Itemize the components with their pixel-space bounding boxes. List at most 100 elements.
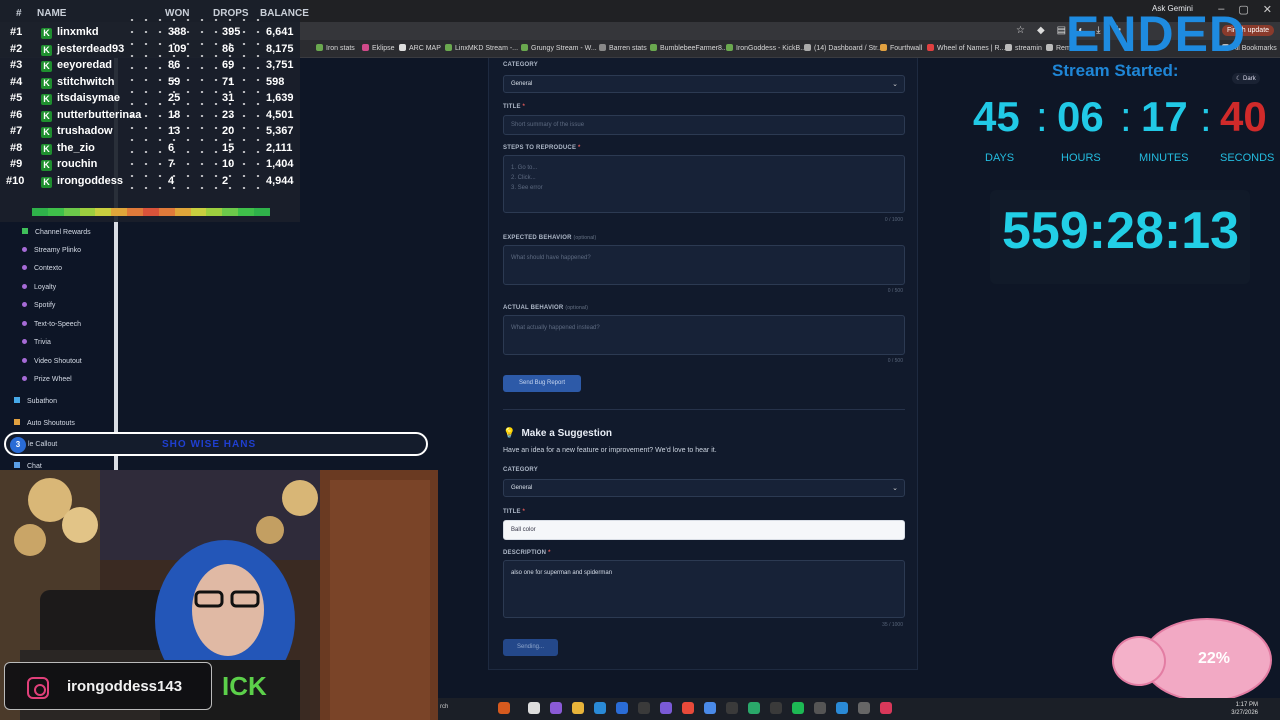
bookmark-item[interactable]: Grungy Stream - W... xyxy=(521,44,597,52)
taskbar-app-icon[interactable] xyxy=(638,702,650,714)
stream-started-label: Stream Started: xyxy=(1052,61,1179,80)
balance-cell: 4,501 xyxy=(266,108,294,121)
bookmark-favicon-icon xyxy=(880,44,887,51)
name-cell: rouchin xyxy=(57,158,98,170)
suggestion-title-input[interactable]: Ball color xyxy=(503,520,905,540)
taskbar-app-icon[interactable] xyxy=(616,702,628,714)
colon-separator: : xyxy=(1200,93,1212,140)
bullet-icon xyxy=(22,302,27,307)
taskbar-chrome-icon[interactable] xyxy=(682,702,694,714)
leaderboard-row: #3 Keeyoredad 86 69 3,751 xyxy=(0,59,300,75)
feedback-panel: CATEGORY General ⌄ TITLE * Short summary … xyxy=(488,58,918,670)
sidebar-item-video-shoutout[interactable]: Video Shoutout xyxy=(22,358,82,365)
kick-icon: K xyxy=(41,110,52,122)
sidebar-item-loyalty[interactable]: Loyalty xyxy=(22,284,56,291)
taskbar-spotify-icon[interactable] xyxy=(792,702,804,714)
balance-cell: 8,175 xyxy=(266,42,294,55)
taskbar-app-icon[interactable] xyxy=(770,702,782,714)
bookmark-item[interactable]: Iron stats xyxy=(316,44,355,52)
drops-cell: 71 xyxy=(222,75,235,88)
sidebar-item-prize-wheel[interactable]: Prize Wheel xyxy=(22,376,72,383)
taskbar-app-icon[interactable] xyxy=(528,702,540,714)
drops-cell: 395 xyxy=(222,26,241,38)
instagram-icon xyxy=(27,677,49,699)
taskbar-app-icon[interactable] xyxy=(660,702,672,714)
extension-icon[interactable]: ◆ xyxy=(1037,25,1045,36)
sidebar-item-auto-shoutouts[interactable]: Auto Shoutouts xyxy=(14,419,75,427)
taskbar-app-icon[interactable] xyxy=(550,702,562,714)
description-textarea[interactable]: also one for superman and spiderman xyxy=(503,560,905,618)
piggy-bank-widget: 22% xyxy=(1112,614,1272,702)
bookmark-item[interactable]: Wheel of Names | R... xyxy=(927,44,1005,52)
taskbar-app-icon[interactable] xyxy=(704,702,716,714)
bookmark-item[interactable]: ARC MAP xyxy=(399,44,441,52)
taskbar-app-icon[interactable] xyxy=(836,702,848,714)
sidebar-item-subathon[interactable]: Subathon xyxy=(14,397,57,405)
steps-counter: 0 / 1000 xyxy=(884,217,903,223)
kick-icon: K xyxy=(41,160,52,171)
description-counter: 35 / 1000 xyxy=(882,622,903,628)
megaphone-icon xyxy=(14,419,20,425)
taskbar-app-icon[interactable] xyxy=(748,702,760,714)
total-time-value: 559:28:13 xyxy=(1002,202,1240,260)
leaderboard-row: #10 Kirongoddess 4 2 4,944 xyxy=(0,175,300,191)
bookmark-item[interactable]: (14) Dashboard / Str... xyxy=(804,44,883,52)
kick-icon: K xyxy=(41,28,52,39)
suggestion-category-select[interactable]: General ⌄ xyxy=(503,479,905,497)
bullet-icon xyxy=(22,339,27,344)
expected-textarea[interactable]: What should have happened? xyxy=(503,245,905,285)
actual-textarea[interactable]: What actually happened instead? xyxy=(503,315,905,355)
rank-cell: #1 xyxy=(10,26,23,38)
submit-suggestion-button[interactable]: Sending... xyxy=(503,639,558,656)
drops-cell: 15 xyxy=(222,141,235,154)
bookmark-item[interactable]: Fourthwall xyxy=(880,44,922,52)
instagram-handle: irongoddess143 xyxy=(67,678,183,695)
taskbar-app-icon[interactable] xyxy=(858,702,870,714)
sidebar-item-channel-rewards[interactable]: Channel Rewards xyxy=(22,228,91,236)
name-cell: stitchwitch xyxy=(57,75,115,88)
sidebar-item-chat[interactable]: Chat xyxy=(14,462,42,470)
name-cell: itsdaisymae xyxy=(57,92,120,104)
bug-category-select[interactable]: General ⌄ xyxy=(503,75,905,93)
won-cell: 86 xyxy=(168,59,181,71)
bookmark-favicon-icon xyxy=(521,44,528,51)
send-bug-report-button[interactable]: Send Bug Report xyxy=(503,375,581,392)
bookmark-star-icon[interactable]: ☆ xyxy=(1016,25,1025,36)
taskbar-app-icon[interactable] xyxy=(726,702,738,714)
hourglass-icon xyxy=(14,397,20,403)
bug-title-input[interactable]: Short summary of the issue xyxy=(503,115,905,135)
taskbar-search[interactable]: rch xyxy=(440,704,448,710)
sidebar-item-contexto[interactable]: Contexto xyxy=(22,265,62,272)
hours-label: HOURS xyxy=(1061,152,1101,164)
taskbar-app-icon[interactable] xyxy=(498,702,510,714)
taskbar-app-icon[interactable] xyxy=(880,702,892,714)
bookmark-item[interactable]: LinxMKD Stream -... xyxy=(445,44,518,52)
name-cell: eeyoredad xyxy=(57,59,113,71)
balance-cell: 2,111 xyxy=(266,141,293,154)
sidebar-item-text-to-speech[interactable]: Text-to-Speech xyxy=(22,321,81,328)
taskbar-edge-icon[interactable] xyxy=(594,702,606,714)
taskbar-folder-icon[interactable] xyxy=(572,702,584,714)
bookmark-item[interactable]: Eklipse xyxy=(362,44,395,52)
close-icon[interactable]: ✕ xyxy=(1263,3,1272,16)
seconds-value: 40 xyxy=(1220,93,1267,140)
tab-search-icon[interactable]: ▤ xyxy=(1057,25,1066,36)
taskbar-clock[interactable]: 1:17 PM 3/27/2026 xyxy=(1231,701,1258,717)
bookmark-folder[interactable]: streamin xyxy=(1005,44,1042,52)
won-cell: 25 xyxy=(168,92,181,104)
steps-textarea[interactable]: 1. Go to... 2. Click... 3. See error xyxy=(503,155,905,213)
bookmark-favicon-icon xyxy=(445,44,452,51)
sidebar-item-spotify[interactable]: Spotify xyxy=(22,302,55,309)
bookmark-item[interactable]: IronGoddess - KickB... xyxy=(726,44,806,52)
dark-mode-toggle[interactable]: ☾ Dark xyxy=(1232,73,1260,84)
bookmark-item[interactable]: BumblebeeFarmer8... xyxy=(650,44,728,52)
chat-icon xyxy=(14,462,20,468)
multiplier-slot xyxy=(32,208,48,216)
sidebar-item-trivia[interactable]: Trivia xyxy=(22,339,51,346)
taskbar-app-icon[interactable] xyxy=(814,702,826,714)
bullet-icon xyxy=(22,247,27,252)
bookmark-item[interactable]: Barren stats xyxy=(599,44,647,52)
kick-icon: K xyxy=(41,94,52,105)
sidebar-item-streamy-plinko[interactable]: Streamy Plinko xyxy=(22,247,81,254)
multiplier-slot xyxy=(206,208,223,216)
